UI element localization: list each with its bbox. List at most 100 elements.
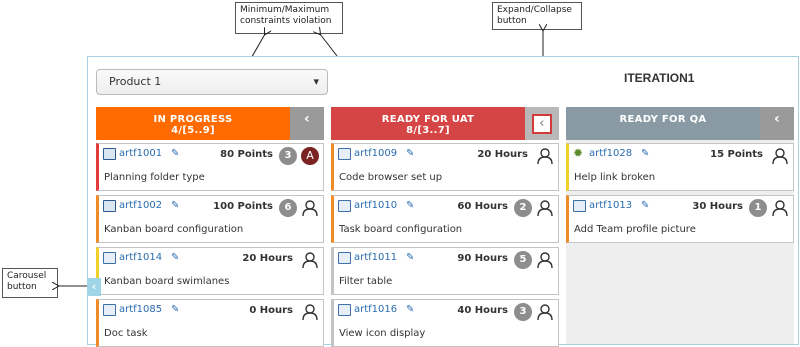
artifact-id-link[interactable]: artf1009: [354, 148, 397, 159]
pencil-icon[interactable]: ✎: [641, 148, 649, 159]
artifact-card[interactable]: artf1009 ✎ 20 Hours Code browser set up: [331, 143, 559, 191]
iteration-title: ITERATION1: [624, 71, 695, 85]
artifact-card[interactable]: artf1001 ✎ 80 Points 3 A Planning folder type: [96, 143, 324, 191]
count-badge: 3: [514, 303, 532, 321]
column-body: artf1001 ✎ 80 Points 3 A Planning folder type…: [96, 140, 324, 347]
user-icon[interactable]: [536, 199, 554, 217]
pencil-icon[interactable]: ✎: [406, 148, 414, 159]
chevron-left-icon: ‹: [303, 111, 311, 127]
artifact-id-link[interactable]: artf1016: [354, 304, 397, 315]
pencil-icon[interactable]: ✎: [406, 304, 414, 315]
artifact-title: Kanban board swimlanes: [104, 276, 230, 287]
user-icon[interactable]: [771, 199, 789, 217]
column-2: READY FOR QA ‹ ✹ artf1028 ✎ 15 Points Help lin…: [566, 107, 794, 344]
callout-expand-collapse: Expand/Collapse button: [492, 2, 582, 30]
artifact-title: Planning folder type: [104, 172, 205, 183]
artifact-id-link[interactable]: artf1014: [119, 252, 162, 263]
user-icon[interactable]: [771, 147, 789, 165]
artifact-card[interactable]: artf1011 ✎ 90 Hours 5 Filter table: [331, 247, 559, 295]
document-icon: [338, 200, 351, 212]
artifact-estimate: 40 Hours: [457, 305, 508, 316]
column-title: IN PROGRESS: [153, 114, 233, 125]
artifact-id-link[interactable]: artf1010: [354, 200, 397, 211]
artifact-title: Help link broken: [574, 172, 656, 183]
artifact-title: Doc task: [104, 328, 148, 339]
column-wip-limit: 4/[5..9]: [171, 125, 215, 136]
document-icon: [573, 200, 586, 212]
column-0: IN PROGRESS 4/[5..9] ‹ artf1001 ✎ 80 Points 3 A…: [96, 107, 324, 347]
artifact-id-link[interactable]: artf1001: [119, 148, 162, 159]
count-badge: 3: [279, 147, 297, 165]
artifact-estimate: 15 Points: [710, 149, 763, 160]
carousel-button[interactable]: ‹: [87, 278, 101, 296]
pencil-icon[interactable]: ✎: [406, 252, 414, 263]
artifact-id-link[interactable]: artf1028: [589, 148, 632, 159]
artifact-card[interactable]: artf1016 ✎ 40 Hours 3 View icon display: [331, 299, 559, 347]
column-title: READY FOR QA: [619, 114, 707, 125]
document-icon: [103, 252, 116, 264]
pencil-icon[interactable]: ✎: [171, 148, 179, 159]
artifact-title: View icon display: [339, 328, 426, 339]
artifact-title: Code browser set up: [339, 172, 443, 183]
chevron-down-icon: ▾: [313, 75, 319, 88]
artifact-estimate: 80 Points: [220, 149, 273, 160]
user-icon[interactable]: [301, 251, 319, 269]
callout-carousel-button: Carousel button: [2, 268, 58, 298]
artifact-estimate: 30 Hours: [692, 201, 743, 212]
artifact-id-link[interactable]: artf1085: [119, 304, 162, 315]
document-icon: [103, 304, 116, 316]
artifact-estimate: 0 Hours: [249, 305, 293, 316]
expand-collapse-button[interactable]: ‹: [290, 107, 324, 140]
column-wip-limit: 8/[3..7]: [406, 125, 450, 136]
document-icon: [338, 304, 351, 316]
expand-collapse-button[interactable]: ‹: [760, 107, 794, 140]
pencil-icon[interactable]: ✎: [406, 200, 414, 211]
count-badge: 2: [514, 199, 532, 217]
artifact-estimate: 60 Hours: [457, 201, 508, 212]
callout-minmax-violation: Minimum/Maximum constraints violation: [235, 2, 343, 34]
artifact-id-link[interactable]: artf1002: [119, 200, 162, 211]
artifact-card[interactable]: artf1013 ✎ 30 Hours 1 Add Team profile pictu…: [566, 195, 794, 243]
book-icon: [103, 200, 116, 212]
artifact-title: Add Team profile picture: [574, 224, 696, 235]
count-badge: 1: [749, 199, 767, 217]
artifact-card[interactable]: artf1014 ✎ 20 Hours Kanban board swimlanes: [96, 247, 324, 295]
bug-icon: ✹: [573, 146, 584, 160]
user-icon[interactable]: [301, 303, 319, 321]
artifact-estimate: 100 Points: [213, 201, 273, 212]
user-icon[interactable]: [536, 147, 554, 165]
product-select[interactable]: Product 1 ▾: [96, 69, 328, 95]
pencil-icon[interactable]: ✎: [171, 304, 179, 315]
artifact-title: Task board configuration: [339, 224, 463, 235]
product-select-value: Product 1: [109, 75, 162, 88]
pencil-icon[interactable]: ✎: [171, 252, 179, 263]
artifact-card[interactable]: artf1010 ✎ 60 Hours 2 Task board configurati…: [331, 195, 559, 243]
artifact-estimate: 20 Hours: [477, 149, 528, 160]
artifact-estimate: 90 Hours: [457, 253, 508, 264]
pencil-icon[interactable]: ✎: [171, 200, 179, 211]
artifact-card[interactable]: artf1085 ✎ 0 Hours Doc task: [96, 299, 324, 347]
column-body: artf1009 ✎ 20 Hours Code browser set up artf…: [331, 140, 559, 347]
avatar[interactable]: A: [301, 147, 319, 165]
column-header: IN PROGRESS 4/[5..9] ‹: [96, 107, 324, 140]
column-header: READY FOR QA ‹: [566, 107, 794, 140]
artifact-card[interactable]: ✹ artf1028 ✎ 15 Points Help link broken: [566, 143, 794, 191]
artifact-id-link[interactable]: artf1013: [589, 200, 632, 211]
user-icon[interactable]: [301, 199, 319, 217]
artifact-title: Kanban board configuration: [104, 224, 244, 235]
document-icon: [338, 252, 351, 264]
expand-collapse-button[interactable]: ‹: [525, 107, 559, 140]
pencil-icon[interactable]: ✎: [641, 200, 649, 211]
chevron-left-icon: ‹: [773, 111, 781, 127]
chevron-left-icon: ‹: [532, 114, 552, 134]
artifact-title: Filter table: [339, 276, 393, 287]
count-badge: 5: [514, 251, 532, 269]
user-icon[interactable]: [536, 251, 554, 269]
column-1: READY FOR UAT 8/[3..7] ‹ artf1009 ✎ 20 Hours C…: [331, 107, 559, 347]
artifact-estimate: 20 Hours: [242, 253, 293, 264]
artifact-card[interactable]: artf1002 ✎ 100 Points 6 Kanban board configu…: [96, 195, 324, 243]
document-icon: [338, 148, 351, 160]
user-icon[interactable]: [536, 303, 554, 321]
count-badge: 6: [279, 199, 297, 217]
artifact-id-link[interactable]: artf1011: [354, 252, 397, 263]
